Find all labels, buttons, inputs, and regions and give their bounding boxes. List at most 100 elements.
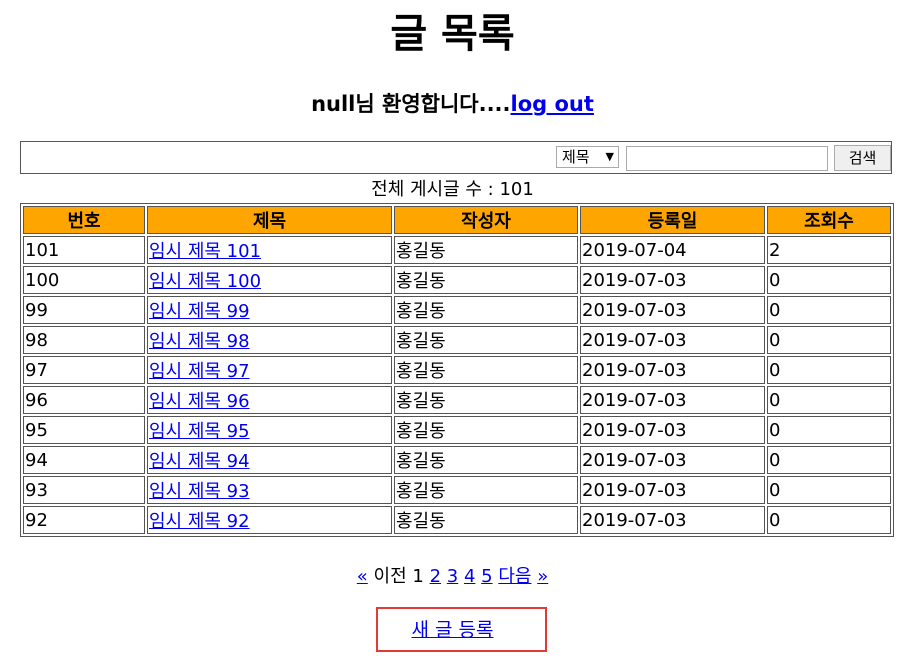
- table-row: 95 임시 제목 95 홍길동 2019-07-03 0: [23, 416, 891, 444]
- post-views: 0: [767, 446, 891, 474]
- welcome-message: null님 환영합니다....log out: [0, 88, 905, 120]
- board-table: 번호 제목 작성자 등록일 조회수 101 임시 제목 101 홍길동 2019…: [20, 203, 894, 537]
- table-row: 101 임시 제목 101 홍길동 2019-07-04 2: [23, 236, 891, 264]
- column-header-writer: 작성자: [394, 206, 578, 234]
- post-writer: 홍길동: [394, 356, 578, 384]
- page-link-4[interactable]: 4: [464, 566, 475, 587]
- post-views: 2: [767, 236, 891, 264]
- prev-arrow-link[interactable]: «: [357, 566, 368, 587]
- post-number: 95: [23, 416, 145, 444]
- post-date: 2019-07-03: [580, 356, 765, 384]
- post-date: 2019-07-03: [580, 446, 765, 474]
- search-button[interactable]: 검색: [834, 145, 891, 171]
- post-title-link[interactable]: 임시 제목 92: [149, 511, 250, 532]
- post-views: 0: [767, 476, 891, 504]
- table-row: 94 임시 제목 94 홍길동 2019-07-03 0: [23, 446, 891, 474]
- post-number: 92: [23, 506, 145, 534]
- post-views: 0: [767, 266, 891, 294]
- post-title-cell: 임시 제목 100: [147, 266, 392, 294]
- table-row: 92 임시 제목 92 홍길동 2019-07-03 0: [23, 506, 891, 534]
- new-post-link[interactable]: 새 글 등록: [412, 619, 494, 641]
- post-views: 0: [767, 386, 891, 414]
- post-number: 94: [23, 446, 145, 474]
- page-link-2[interactable]: 2: [430, 566, 441, 587]
- pagination: « 이전 1 2 3 4 5 다음 »: [0, 563, 905, 591]
- post-date: 2019-07-03: [580, 326, 765, 354]
- post-date: 2019-07-03: [580, 296, 765, 324]
- dropdown-arrow-icon: ▼: [605, 150, 614, 163]
- post-writer: 홍길동: [394, 236, 578, 264]
- post-views: 0: [767, 506, 891, 534]
- search-input[interactable]: [626, 146, 828, 171]
- column-header-views: 조회수: [767, 206, 891, 234]
- table-row: 100 임시 제목 100 홍길동 2019-07-03 0: [23, 266, 891, 294]
- table-row: 99 임시 제목 99 홍길동 2019-07-03 0: [23, 296, 891, 324]
- post-writer: 홍길동: [394, 506, 578, 534]
- post-writer: 홍길동: [394, 446, 578, 474]
- post-number: 101: [23, 236, 145, 264]
- search-bar: 제목 ▼ 검색: [20, 141, 892, 174]
- post-date: 2019-07-04: [580, 236, 765, 264]
- post-number: 99: [23, 296, 145, 324]
- post-title-cell: 임시 제목 98: [147, 326, 392, 354]
- post-title-link[interactable]: 임시 제목 101: [149, 241, 261, 262]
- post-title-cell: 임시 제목 101: [147, 236, 392, 264]
- post-number: 100: [23, 266, 145, 294]
- post-writer: 홍길동: [394, 416, 578, 444]
- post-title-link[interactable]: 임시 제목 100: [149, 271, 261, 292]
- table-header-row: 번호 제목 작성자 등록일 조회수: [23, 206, 891, 234]
- post-writer: 홍길동: [394, 296, 578, 324]
- search-condition-select[interactable]: 제목 ▼: [556, 146, 619, 168]
- column-header-number: 번호: [23, 206, 145, 234]
- post-title-cell: 임시 제목 93: [147, 476, 392, 504]
- next-arrow-link[interactable]: »: [537, 566, 548, 587]
- post-title-link[interactable]: 임시 제목 96: [149, 391, 250, 412]
- new-post-container: 새 글 등록: [0, 616, 905, 644]
- post-writer: 홍길동: [394, 476, 578, 504]
- page-title: 글 목록: [390, 11, 515, 57]
- page-link-3[interactable]: 3: [447, 566, 458, 587]
- table-row: 96 임시 제목 96 홍길동 2019-07-03 0: [23, 386, 891, 414]
- post-views: 0: [767, 296, 891, 324]
- post-title-link[interactable]: 임시 제목 97: [149, 361, 250, 382]
- welcome-text: null님 환영합니다....: [311, 92, 511, 116]
- post-date: 2019-07-03: [580, 476, 765, 504]
- post-number: 98: [23, 326, 145, 354]
- post-views: 0: [767, 416, 891, 444]
- post-date: 2019-07-03: [580, 506, 765, 534]
- column-header-date: 등록일: [580, 206, 765, 234]
- post-title-cell: 임시 제목 94: [147, 446, 392, 474]
- post-title-cell: 임시 제목 95: [147, 416, 392, 444]
- post-title-link[interactable]: 임시 제목 99: [149, 301, 250, 322]
- post-title-link[interactable]: 임시 제목 94: [149, 451, 250, 472]
- search-condition-value: 제목: [562, 148, 590, 166]
- post-title-cell: 임시 제목 96: [147, 386, 392, 414]
- logout-link[interactable]: log out: [511, 92, 594, 116]
- post-writer: 홍길동: [394, 386, 578, 414]
- next-link[interactable]: 다음: [498, 566, 531, 587]
- post-title-link[interactable]: 임시 제목 98: [149, 331, 250, 352]
- post-views: 0: [767, 326, 891, 354]
- table-row: 93 임시 제목 93 홍길동 2019-07-03 0: [23, 476, 891, 504]
- post-number: 96: [23, 386, 145, 414]
- page-link-5[interactable]: 5: [481, 566, 492, 587]
- table-row: 97 임시 제목 97 홍길동 2019-07-03 0: [23, 356, 891, 384]
- post-title-link[interactable]: 임시 제목 93: [149, 481, 250, 502]
- current-page: 1: [412, 566, 424, 587]
- post-title-cell: 임시 제목 97: [147, 356, 392, 384]
- table-row: 98 임시 제목 98 홍길동 2019-07-03 0: [23, 326, 891, 354]
- post-date: 2019-07-03: [580, 386, 765, 414]
- post-title-cell: 임시 제목 99: [147, 296, 392, 324]
- post-date: 2019-07-03: [580, 416, 765, 444]
- column-header-title: 제목: [147, 206, 392, 234]
- post-title-link[interactable]: 임시 제목 95: [149, 421, 250, 442]
- prev-label: 이전: [373, 566, 407, 587]
- total-count: 전체 게시글 수 : 101: [371, 179, 534, 200]
- post-views: 0: [767, 356, 891, 384]
- post-number: 97: [23, 356, 145, 384]
- post-title-cell: 임시 제목 92: [147, 506, 392, 534]
- post-date: 2019-07-03: [580, 266, 765, 294]
- post-writer: 홍길동: [394, 266, 578, 294]
- post-number: 93: [23, 476, 145, 504]
- post-writer: 홍길동: [394, 326, 578, 354]
